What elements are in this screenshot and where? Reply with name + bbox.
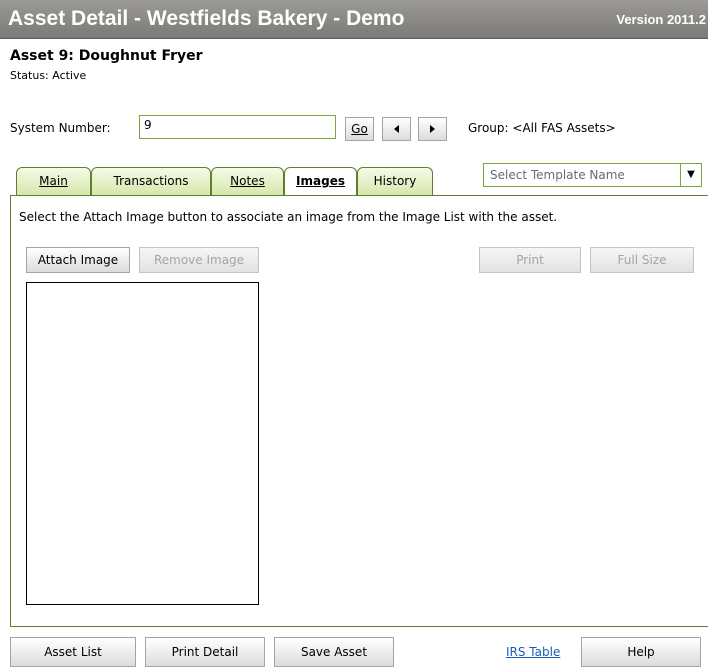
print-detail-button[interactable]: Print Detail bbox=[145, 637, 265, 667]
print-detail-label: Print Detail bbox=[171, 645, 239, 659]
tab-panel-bottom-border bbox=[10, 626, 708, 627]
triangle-right-icon bbox=[430, 125, 435, 133]
system-number-label: System Number: bbox=[10, 121, 111, 135]
tab-notes-label: Notes bbox=[230, 174, 265, 188]
asset-list-label: Asset List bbox=[44, 645, 102, 659]
save-asset-button[interactable]: Save Asset bbox=[274, 637, 394, 667]
asset-title: Asset 9: Doughnut Fryer bbox=[10, 48, 203, 64]
tab-images-label: Images bbox=[296, 174, 345, 188]
next-asset-button[interactable] bbox=[418, 117, 447, 141]
go-button-label: Go bbox=[351, 122, 368, 136]
tab-images[interactable]: Images bbox=[284, 167, 357, 195]
previous-asset-button[interactable] bbox=[382, 117, 411, 141]
version-label: Version 2011.2 bbox=[616, 12, 706, 27]
tab-panel-top-border bbox=[10, 195, 708, 196]
chevron-down-icon[interactable]: ▼ bbox=[680, 164, 701, 186]
triangle-left-icon bbox=[394, 125, 399, 133]
irs-table-link[interactable]: IRS Table bbox=[506, 645, 560, 659]
tab-panel-left-border bbox=[10, 195, 11, 626]
asset-status: Status: Active bbox=[10, 69, 87, 82]
tab-main-label: Main bbox=[39, 174, 68, 188]
full-size-button[interactable]: Full Size bbox=[590, 247, 694, 273]
remove-image-button[interactable]: Remove Image bbox=[139, 247, 259, 273]
template-select-placeholder: Select Template Name bbox=[490, 168, 625, 182]
tab-main[interactable]: Main bbox=[16, 167, 91, 196]
go-button[interactable]: Go bbox=[345, 117, 374, 141]
tab-transactions[interactable]: Transactions bbox=[91, 167, 211, 196]
tab-history[interactable]: History bbox=[357, 167, 433, 196]
title-bar: Asset Detail - Westfields Bakery - Demo … bbox=[0, 0, 708, 39]
image-list-box[interactable] bbox=[26, 282, 259, 605]
print-image-button[interactable]: Print bbox=[479, 247, 581, 273]
tab-history-label: History bbox=[373, 174, 417, 188]
images-instruction: Select the Attach Image button to associ… bbox=[19, 210, 558, 224]
tab-transactions-label: Transactions bbox=[113, 174, 189, 188]
group-label: Group: <All FAS Assets> bbox=[468, 121, 616, 135]
attach-image-button[interactable]: Attach Image bbox=[26, 247, 130, 273]
tab-notes[interactable]: Notes bbox=[211, 167, 284, 196]
save-asset-label: Save Asset bbox=[300, 645, 368, 659]
template-select[interactable]: Select Template Name ▼ bbox=[483, 163, 702, 187]
system-number-input[interactable]: 9 bbox=[139, 115, 336, 139]
asset-list-button[interactable]: Asset List bbox=[10, 637, 136, 667]
help-label: Help bbox=[627, 645, 655, 659]
help-button[interactable]: Help bbox=[581, 637, 701, 667]
window-title: Asset Detail - Westfields Bakery - Demo bbox=[8, 7, 405, 30]
